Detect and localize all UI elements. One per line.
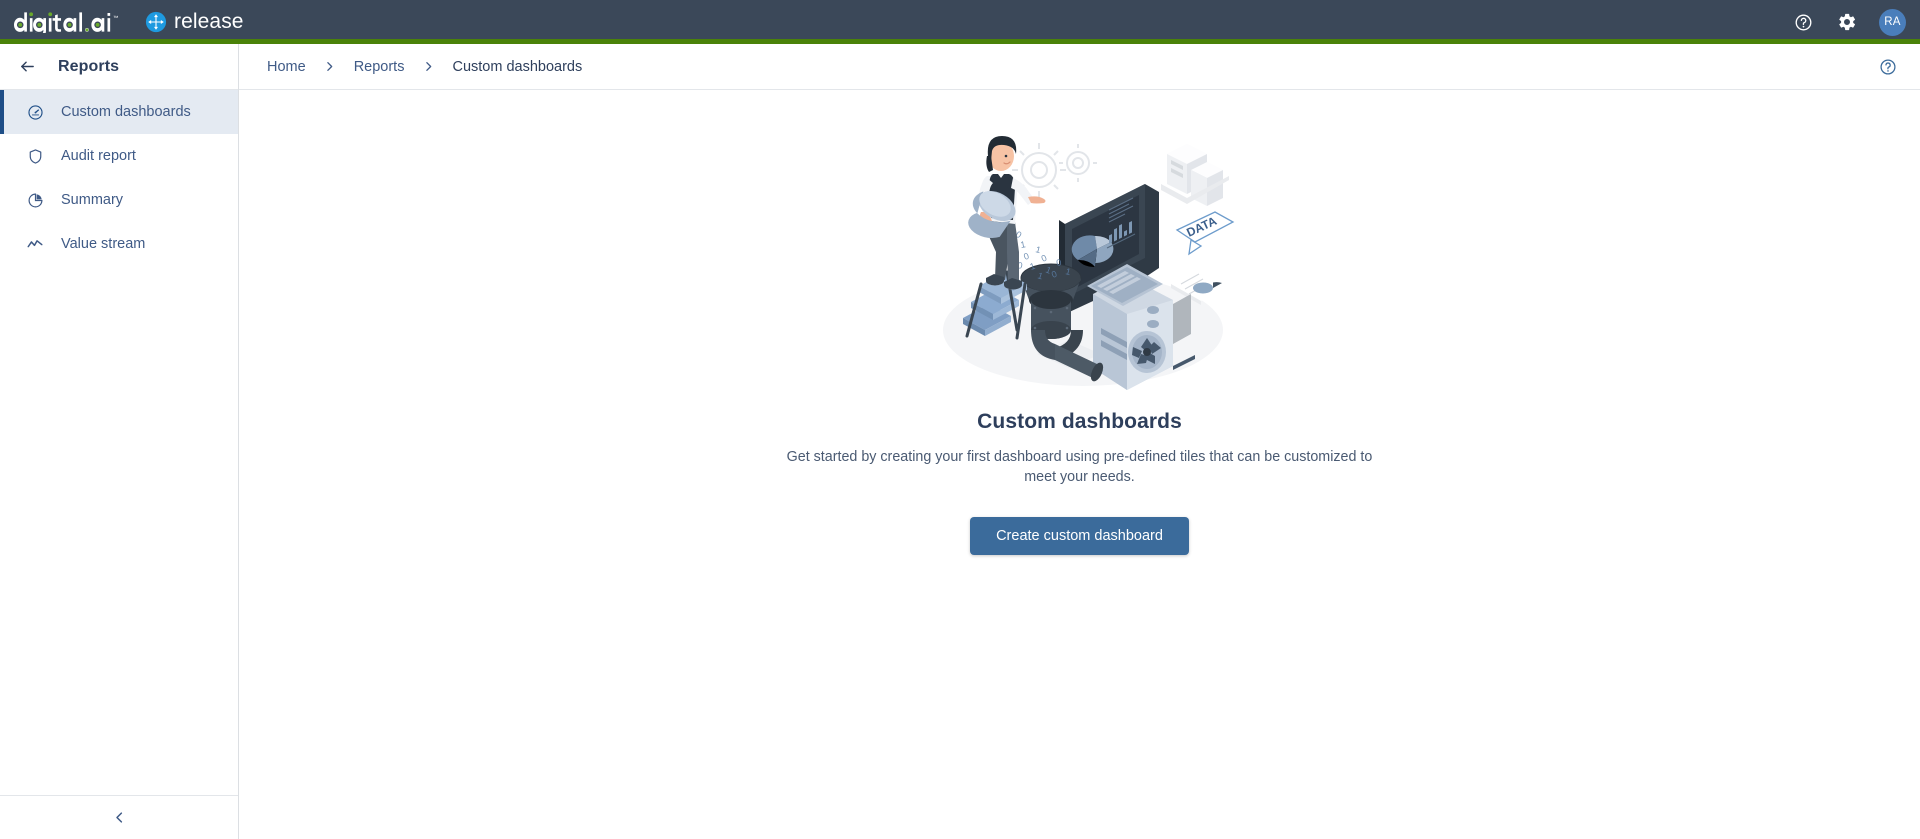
sidebar-item-audit-report[interactable]: Audit report bbox=[0, 134, 238, 178]
main-panel: Home Reports Custom dashboards DATA 0 1 … bbox=[239, 44, 1920, 839]
breadcrumb-item-reports[interactable]: Reports bbox=[352, 59, 407, 75]
breadcrumb: Home Reports Custom dashboards bbox=[265, 59, 584, 75]
svg-text:1: 1 bbox=[1019, 239, 1026, 250]
release-wordmark: release bbox=[174, 10, 244, 33]
app-body: Reports Custom dashboards Audit report S… bbox=[0, 44, 1920, 839]
svg-text:0: 0 bbox=[1039, 253, 1048, 264]
breadcrumb-bar: Home Reports Custom dashboards bbox=[239, 44, 1920, 90]
top-header-actions: RA bbox=[1791, 8, 1920, 36]
sidebar-title: Reports bbox=[58, 57, 120, 75]
help-circle-icon[interactable] bbox=[1878, 57, 1898, 77]
create-custom-dashboard-button[interactable]: Create custom dashboard bbox=[970, 517, 1189, 555]
breadcrumb-item-current: Custom dashboards bbox=[452, 58, 583, 75]
chevron-right-icon bbox=[406, 60, 450, 73]
brand-accent-bar bbox=[0, 39, 1920, 44]
data-dashboard-illustration: DATA 0 1 0 1 0 0 1 1 0 1 0 1 bbox=[942, 136, 1235, 390]
trending-line-icon bbox=[26, 235, 44, 253]
sidebar-header: Reports bbox=[0, 44, 238, 90]
arrow-left-icon[interactable] bbox=[18, 58, 36, 76]
sidebar-item-label: Custom dashboards bbox=[61, 104, 191, 120]
sidebar-footer bbox=[0, 795, 238, 839]
sidebar-item-label: Value stream bbox=[61, 236, 146, 252]
brand-logo-group[interactable]: ™ release bbox=[0, 10, 244, 34]
gear-icon[interactable] bbox=[1835, 10, 1859, 34]
chevron-left-icon[interactable] bbox=[108, 807, 130, 829]
sidebar-item-custom-dashboards[interactable]: Custom dashboards bbox=[0, 90, 238, 134]
avatar[interactable]: RA bbox=[1879, 8, 1906, 36]
breadcrumb-item-home[interactable]: Home bbox=[265, 59, 308, 75]
sidebar-item-label: Audit report bbox=[61, 148, 136, 164]
sidebar-item-value-stream[interactable]: Value stream bbox=[0, 222, 238, 266]
pie-chart-icon bbox=[26, 191, 44, 209]
sidebar-item-label: Summary bbox=[61, 192, 124, 208]
chevron-right-icon bbox=[308, 60, 352, 73]
gauge-icon bbox=[26, 103, 44, 121]
page-title: Custom dashboards bbox=[977, 410, 1182, 433]
digital-ai-logo: ™ bbox=[14, 12, 119, 33]
svg-text:™: ™ bbox=[113, 15, 119, 21]
release-icon bbox=[145, 11, 167, 33]
svg-text:0: 0 bbox=[1022, 251, 1030, 262]
empty-state: DATA 0 1 0 1 0 0 1 1 0 1 0 1 Custom dash… bbox=[239, 90, 1920, 839]
top-header-bar: ™ release RA bbox=[0, 0, 1920, 44]
sidebar-item-summary[interactable]: Summary bbox=[0, 178, 238, 222]
help-circle-icon[interactable] bbox=[1791, 10, 1815, 34]
shield-icon bbox=[26, 147, 44, 165]
app-root: ™ release RA Reports Custom dashboards A… bbox=[0, 0, 1920, 839]
release-product-mark: release bbox=[145, 10, 244, 34]
sidebar-nav: Custom dashboards Audit report Summary V… bbox=[0, 90, 238, 266]
sidebar: Reports Custom dashboards Audit report S… bbox=[0, 44, 239, 839]
empty-state-description: Get started by creating your first dashb… bbox=[786, 449, 1373, 485]
